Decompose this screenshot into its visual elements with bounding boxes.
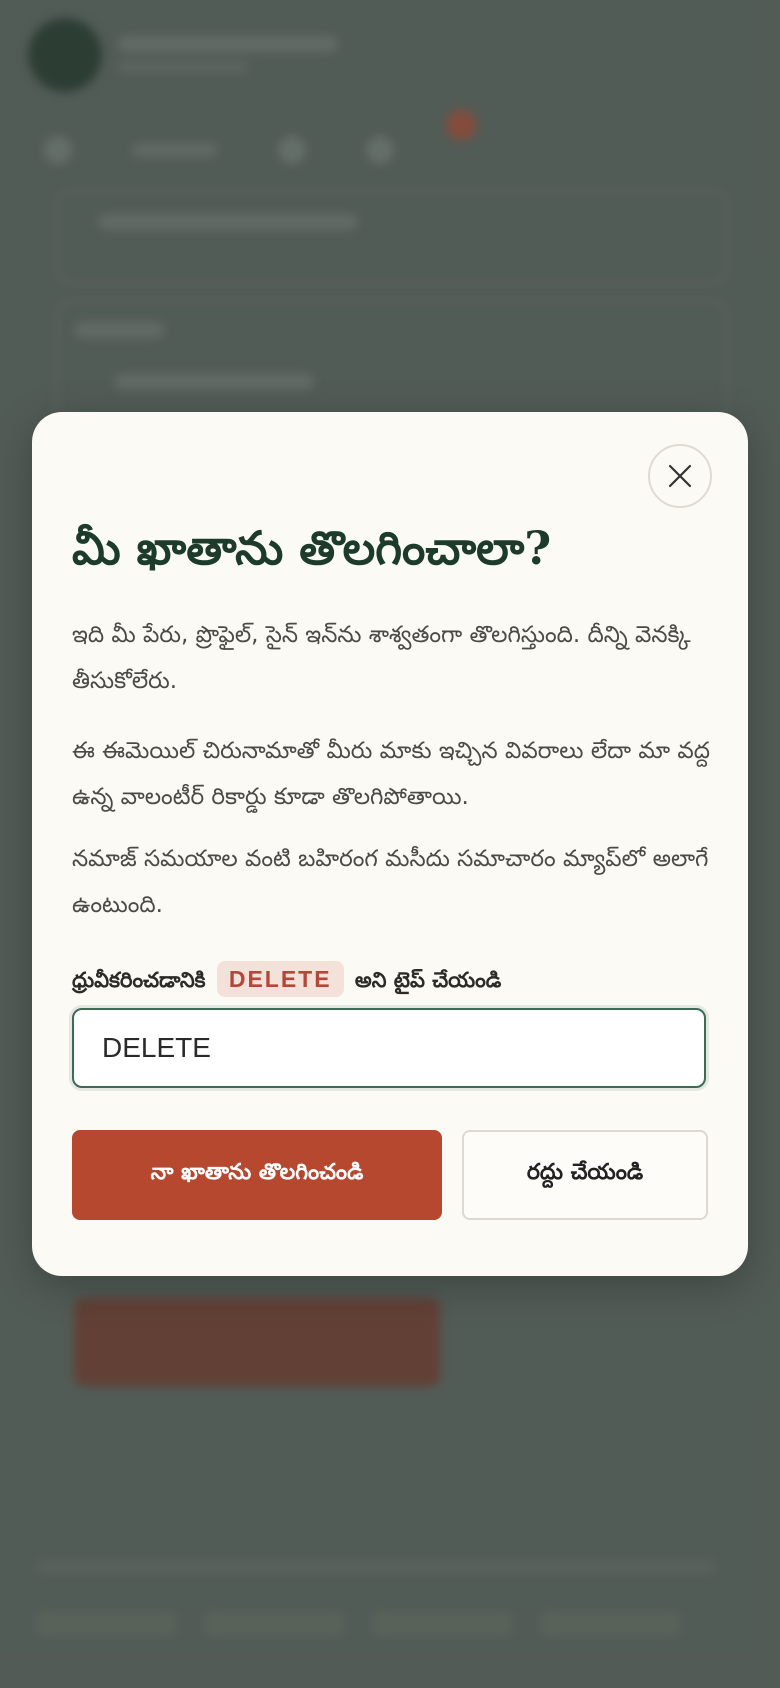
confirm-keyword: DELETE [216,961,344,997]
dialog-data-removal-text: ఈ ఈమెయిల్ చిరునామాతో మీరు మాకు ఇచ్చిన వి… [72,738,710,810]
confirm-instruction-prefix: ధ్రువీకరించడానికి [72,968,206,992]
confirm-instruction: ధ్రువీకరించడానికి DELETE అని టైప్ చేయండి [72,960,501,1000]
delete-account-button[interactable]: నా ఖాతాను తొలగించండి [72,1130,442,1220]
delete-account-dialog: మీ ఖాతాను తొలగించాలా? ఇది మీ పేరు, ప్రొఫ… [32,412,748,1276]
close-button[interactable] [648,444,712,508]
dialog-warning-text: ఇది మీ పేరు, ప్రొఫైల్, సైన్ ఇన్‌ను శాశ్వ… [72,622,691,694]
close-icon [668,464,692,488]
dialog-public-info-text: నమాజ్ సమయాల వంటి బహిరంగ మసీదు సమాచారం మ్… [72,846,709,918]
cancel-button[interactable]: రద్దు చేయండి [462,1130,708,1220]
confirm-delete-input[interactable] [72,1008,706,1088]
confirm-instruction-suffix: అని టైప్ చేయండి [354,968,502,992]
dialog-title: మీ ఖాతాను తొలగించాలా? [72,521,552,575]
